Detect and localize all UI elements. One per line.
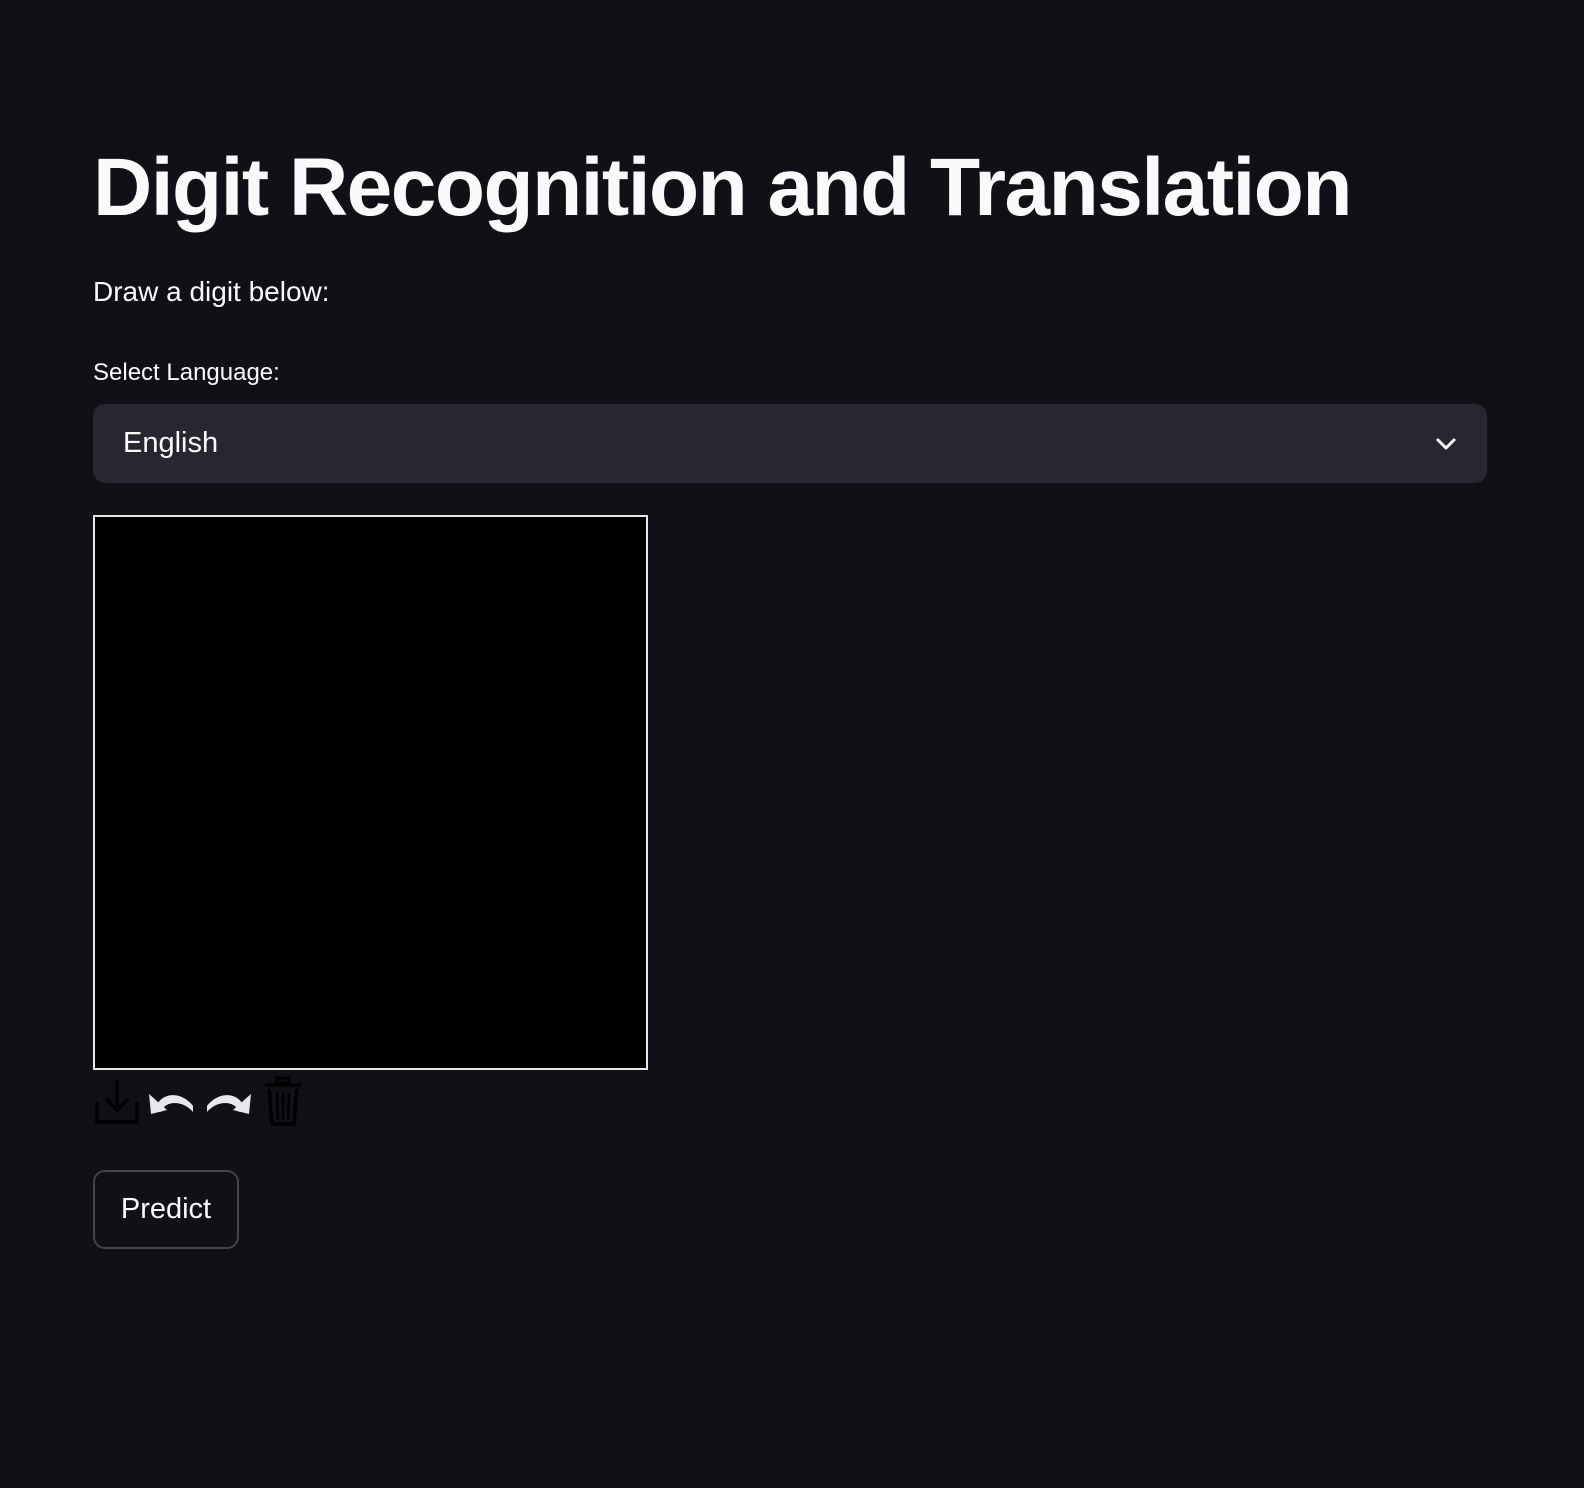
clear-button[interactable] [259,1076,309,1128]
download-button[interactable] [93,1076,143,1128]
draw-instruction: Draw a digit below: [93,276,330,307]
chevron-down-icon [1433,431,1459,457]
download-icon [93,1076,143,1128]
redo-icon [203,1076,253,1128]
language-select[interactable]: English [93,404,1487,483]
language-select-value: English [123,427,219,459]
undo-button[interactable] [147,1076,197,1128]
app-page: Digit Recognition and Translation Draw a… [0,0,1584,1488]
trash-icon [259,1076,309,1128]
redo-button[interactable] [203,1076,253,1128]
drawing-canvas[interactable] [93,515,648,1070]
language-select-label: Select Language: [93,359,280,386]
undo-icon [147,1076,197,1128]
page-title: Digit Recognition and Translation [93,142,1352,233]
predict-button[interactable]: Predict [93,1170,239,1249]
